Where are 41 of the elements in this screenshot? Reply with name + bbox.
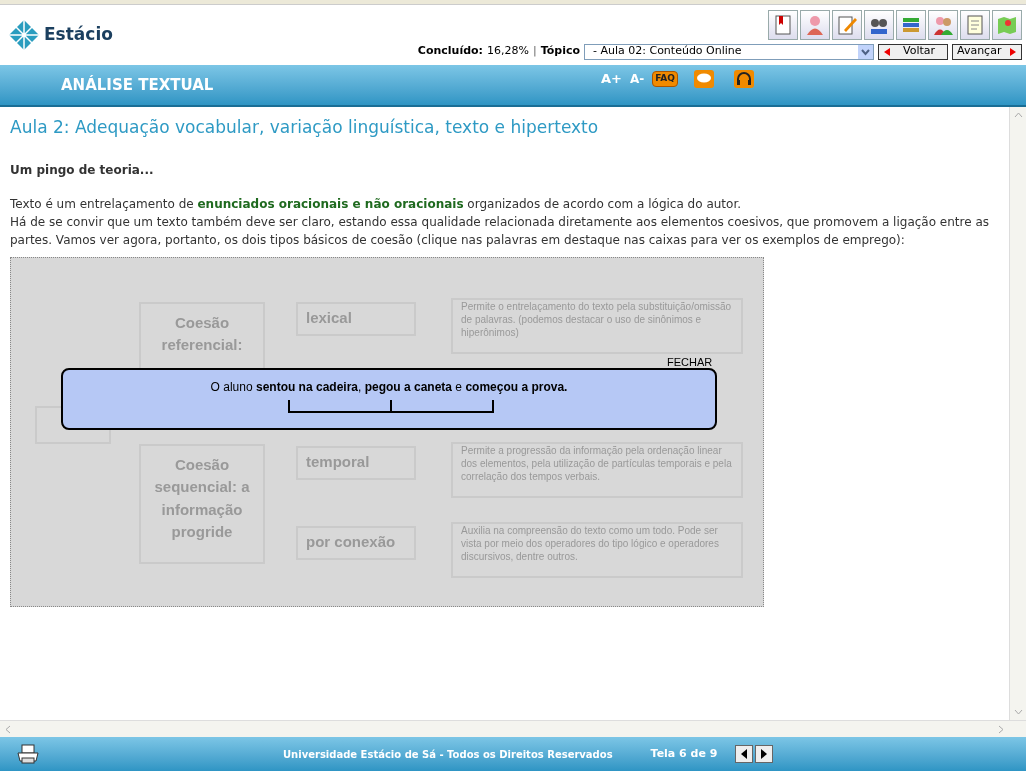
map-icon[interactable] (992, 10, 1022, 41)
section-subtitle: Um pingo de teoria... (10, 161, 155, 179)
document-icon[interactable] (960, 10, 990, 41)
back-button[interactable]: Voltar (878, 43, 948, 60)
speech-bubble-icon[interactable] (694, 70, 714, 88)
right-triangle-icon (1009, 47, 1017, 56)
lesson-title: Aula 2: Adequação vocabular, variação linguística, texto e hipertexto (10, 116, 600, 139)
example-sentence: O aluno sentou na cadeira, pegou a caneta e começou a prova. (210, 378, 568, 396)
close-link[interactable]: FECHAR (667, 353, 713, 370)
topic-label: Tópico (540, 43, 580, 60)
next-button[interactable]: Avançar (952, 43, 1022, 60)
diagram-node: temporal (296, 445, 416, 480)
bookmark-icon[interactable] (768, 10, 798, 41)
logo-text: Estácio (44, 23, 113, 47)
right-triangle-icon (760, 749, 769, 759)
previous-page-button[interactable] (735, 745, 754, 763)
printer-icon[interactable] (16, 744, 40, 764)
paragraph: Texto é um entrelaçamento de enunciados oracionais e não oracionais organizados de acordo com a lógica do autor. (10, 195, 743, 213)
headphones-icon[interactable] (734, 70, 754, 88)
left-triangle-icon (883, 47, 891, 56)
course-title: ANÁLISE TEXTUAL (61, 74, 215, 96)
paragraph: Há de se convir que um texto também deve ser claro, estando essa qualidade relacionada diretamente aos elementos coesivos, que promovem a ligação entre as partes. Vamos ver agora, portanto, os dois tipos básicos de coesão (clique nas palavras em destaque nas caixas para ver os exemplos de emprego): (10, 213, 990, 249)
diagram-node: Coesão sequencial: a informação progride (139, 443, 265, 564)
books-icon[interactable] (896, 10, 926, 41)
topic-select[interactable]: - Aula 02: Conteúdo Online (584, 43, 874, 60)
left-triangle-icon (740, 749, 749, 759)
progress-label: Concluído: (417, 43, 483, 60)
progress-value: 16,28% (487, 43, 529, 60)
diagram-description: Permite a progressão da informação pela ordenação linear dos elementos, pela utilização de partículas temporais e pela correlação dos tempos verbais. (451, 441, 743, 498)
diamond-logo-icon (8, 19, 40, 51)
horizontal-scrollbar[interactable] (0, 720, 1026, 737)
diagram-node: lexical (296, 301, 416, 336)
faq-button[interactable]: FAQ (652, 71, 678, 87)
diagram-node: por conexão (296, 525, 416, 560)
person-icon[interactable] (800, 10, 830, 41)
copyright-text: Universidade Estácio de Sá - Todos os Direitos Reservados (283, 747, 613, 762)
binoculars-icon[interactable] (864, 10, 894, 41)
page-counter: Tela 6 de 9 (650, 745, 718, 762)
people-icon[interactable] (928, 10, 958, 41)
next-page-button[interactable] (755, 745, 774, 763)
separator: | (532, 43, 537, 60)
